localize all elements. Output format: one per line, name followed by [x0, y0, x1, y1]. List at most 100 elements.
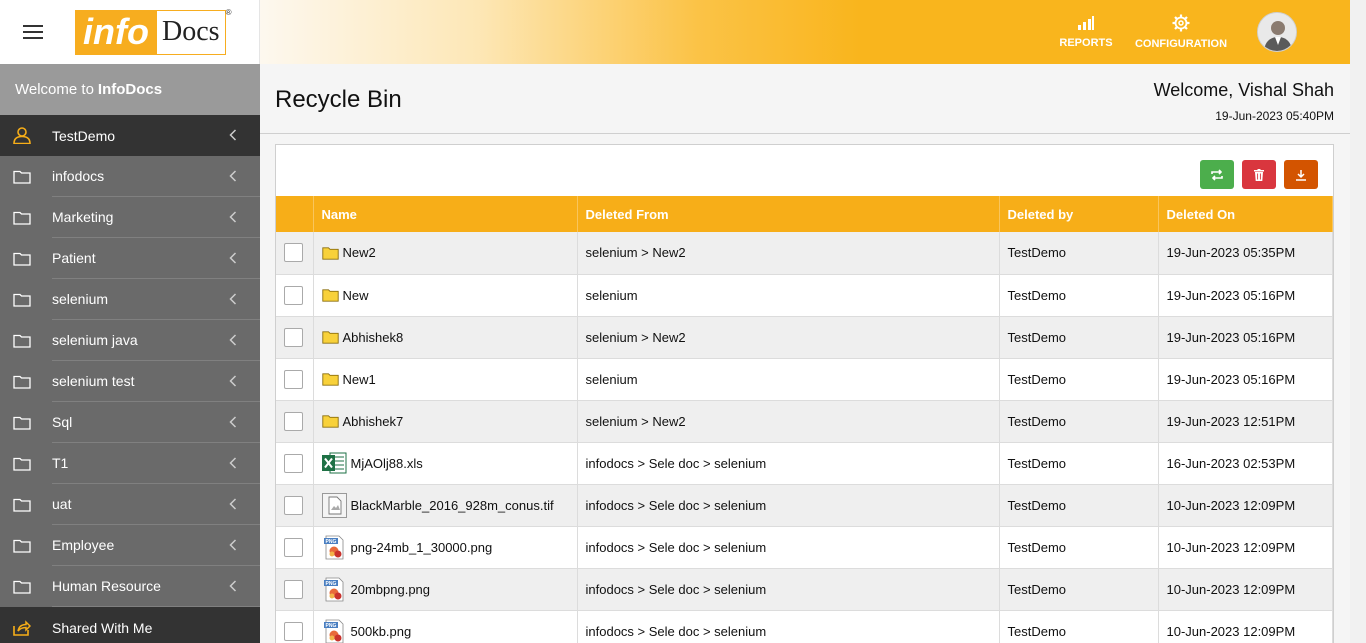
name-cell: PNG 500kb.png	[313, 610, 578, 643]
expand-chevron[interactable]	[228, 579, 238, 593]
folder-icon	[13, 170, 31, 184]
header-name[interactable]: Name	[313, 196, 578, 232]
item-name[interactable]: BlackMarble_2016_928m_conus.tif	[351, 498, 554, 513]
deleted-on-cell: 19-Jun-2023 05:35PM	[1158, 232, 1333, 275]
table-row[interactable]: BlackMarble_2016_928m_conus.tif infodocs …	[276, 484, 1333, 527]
sidebar-item-t1[interactable]: T1	[0, 443, 260, 484]
header-deleted-by[interactable]: Deleted by	[999, 196, 1159, 232]
deleted-from-cell: selenium > New2	[577, 316, 1000, 359]
table-row[interactable]: Abhishek7 selenium > New2 TestDemo 19-Jun-2…	[276, 400, 1333, 443]
expand-chevron[interactable]	[228, 333, 238, 347]
row-checkbox[interactable]	[284, 453, 303, 473]
select-cell	[276, 568, 314, 611]
expand-chevron[interactable]	[228, 128, 238, 142]
table-header-row: Name Deleted From Deleted by Deleted On	[276, 196, 1333, 232]
file-type-icon: PNG	[322, 577, 347, 602]
expand-chevron[interactable]	[228, 456, 238, 470]
table-row[interactable]: New1 selenium TestDemo 19-Jun-2023 05:16PM	[276, 358, 1333, 401]
item-name[interactable]: png-24mb_1_30000.png	[351, 540, 493, 555]
table-row[interactable]: PNG 20mbpng.png infodocs > Sele doc > sele…	[276, 568, 1333, 611]
image-file-icon	[321, 492, 347, 518]
header-deleted-from[interactable]: Deleted From	[577, 196, 1000, 232]
sidebar-item-testdemo[interactable]: TestDemo	[0, 115, 260, 156]
sidebar-item-uat[interactable]: uat	[0, 484, 260, 525]
item-name[interactable]: Abhishek7	[343, 414, 404, 429]
sidebar-item-employee[interactable]: Employee	[0, 525, 260, 566]
item-name[interactable]: 500kb.png	[351, 624, 412, 639]
table-row[interactable]: PNG png-24mb_1_30000.png infodocs > Sele d…	[276, 526, 1333, 569]
sidebar-item-shared-with-me[interactable]: Shared With Me	[0, 607, 260, 643]
reports-nav-button[interactable]: REPORTS	[1056, 0, 1116, 64]
row-checkbox[interactable]	[284, 369, 303, 389]
row-checkbox[interactable]	[284, 243, 303, 263]
sidebar-icon	[0, 169, 52, 184]
sidebar-item-selenium-java[interactable]: selenium java	[0, 320, 260, 361]
logo-docs-text: Docs	[156, 9, 226, 55]
user-avatar[interactable]	[1257, 12, 1297, 52]
expand-chevron[interactable]	[228, 210, 238, 224]
restore-button[interactable]	[1200, 160, 1234, 189]
table-row[interactable]: New selenium TestDemo 19-Jun-2023 05:16PM	[276, 274, 1333, 317]
sidebar-icon	[0, 538, 52, 553]
download-button[interactable]	[1284, 160, 1318, 189]
table-row[interactable]: MjAOlj88.xls infodocs > Sele doc > seleni…	[276, 442, 1333, 485]
png-file-icon: PNG	[323, 535, 343, 559]
expand-chevron[interactable]	[228, 251, 238, 265]
recycle-bin-panel: Name Deleted From Deleted by Deleted On …	[275, 144, 1334, 643]
sidebar-icon	[0, 415, 52, 430]
sidebar-item-selenium[interactable]: selenium	[0, 279, 260, 320]
sidebar-icon	[0, 456, 52, 471]
infodocs-logo[interactable]: info Docs ®	[75, 8, 232, 55]
sidebar-item-infodocs[interactable]: infodocs	[0, 156, 260, 197]
deleted-from-cell: infodocs > Sele doc > selenium	[577, 568, 1000, 611]
row-checkbox[interactable]	[284, 411, 303, 431]
row-checkbox[interactable]	[284, 579, 303, 599]
expand-chevron[interactable]	[228, 415, 238, 429]
deleted-on-cell: 10-Jun-2023 12:09PM	[1158, 610, 1333, 643]
sidebar-item-sql[interactable]: Sql	[0, 402, 260, 443]
table-row[interactable]: New2 selenium > New2 TestDemo 19-Jun-2023 0…	[276, 232, 1333, 275]
action-toolbar	[1200, 160, 1318, 189]
logo-registered-mark: ®	[225, 7, 232, 17]
row-checkbox[interactable]	[284, 495, 303, 515]
row-checkbox[interactable]	[284, 285, 303, 305]
sidebar-item-human-resource[interactable]: Human Resource	[0, 566, 260, 607]
folder-icon	[13, 580, 31, 594]
name-cell: New2	[313, 232, 578, 275]
row-checkbox[interactable]	[284, 621, 303, 641]
table-row[interactable]: PNG 500kb.png infodocs > Sele doc > seleni…	[276, 610, 1333, 643]
sidebar-item-selenium-test[interactable]: selenium test	[0, 361, 260, 402]
item-name[interactable]: MjAOlj88.xls	[351, 456, 423, 471]
item-name[interactable]: 20mbpng.png	[351, 582, 431, 597]
row-checkbox[interactable]	[284, 537, 303, 557]
deleted-on-cell: 19-Jun-2023 12:51PM	[1158, 400, 1333, 443]
hamburger-menu-icon[interactable]	[23, 25, 43, 39]
deleted-from-cell: selenium	[577, 358, 1000, 401]
expand-chevron[interactable]	[228, 538, 238, 552]
item-name[interactable]: Abhishek8	[343, 330, 404, 345]
item-name[interactable]: New1	[343, 372, 376, 387]
sidebar-item-patient[interactable]: Patient	[0, 238, 260, 279]
sidebar-icon	[0, 619, 52, 636]
expand-chevron[interactable]	[228, 497, 238, 511]
page-scrollbar[interactable]	[1350, 0, 1366, 643]
expand-chevron[interactable]	[228, 169, 238, 183]
name-cell: PNG png-24mb_1_30000.png	[313, 526, 578, 569]
expand-chevron[interactable]	[228, 374, 238, 388]
header-deleted-on[interactable]: Deleted On	[1158, 196, 1333, 232]
chevron-left-icon	[229, 539, 237, 551]
select-cell	[276, 358, 314, 401]
sidebar-item-marketing[interactable]: Marketing	[0, 197, 260, 238]
folder-icon	[321, 247, 339, 260]
sidebar-icon	[0, 210, 52, 225]
item-name[interactable]: New	[343, 288, 369, 303]
file-type-icon	[321, 452, 347, 474]
table-row[interactable]: Abhishek8 selenium > New2 TestDemo 19-Jun-2…	[276, 316, 1333, 359]
png-file-icon: PNG	[323, 577, 343, 601]
row-checkbox[interactable]	[284, 327, 303, 347]
expand-chevron[interactable]	[228, 292, 238, 306]
delete-permanently-button[interactable]	[1242, 160, 1276, 189]
deleted-by-cell: TestDemo	[999, 400, 1159, 443]
item-name[interactable]: New2	[343, 245, 376, 260]
configuration-nav-button[interactable]: CONFIGURATION	[1135, 0, 1227, 64]
